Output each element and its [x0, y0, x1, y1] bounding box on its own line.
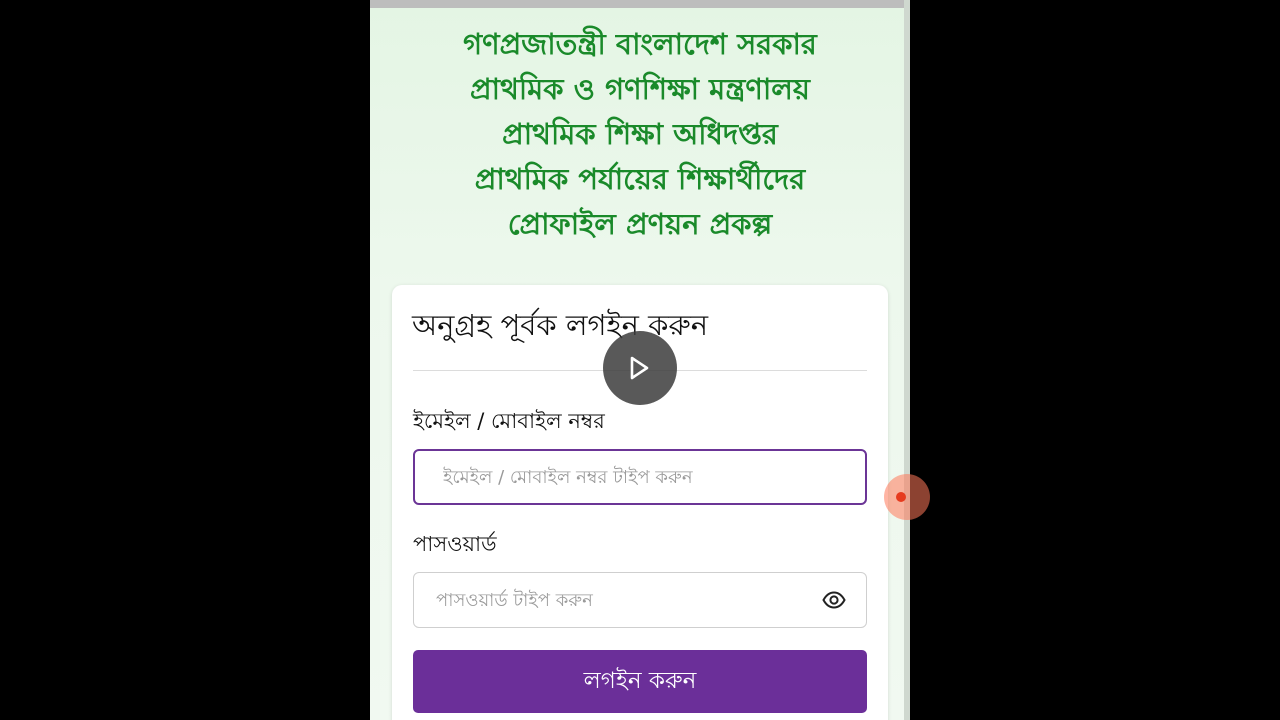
page-header: গণপ্রজাতন্ত্রী বাংলাদেশ সরকার প্রাথমিক ও…: [370, 22, 910, 247]
record-dot-icon[interactable]: [884, 474, 930, 520]
header-line-3: প্রাথমিক শিক্ষা অধিদপ্তর: [502, 117, 778, 151]
email-label: ইমেইল / মোবাইল নম্বর: [413, 409, 605, 433]
eye-icon[interactable]: [822, 588, 846, 612]
password-field[interactable]: [413, 572, 867, 628]
video-play-button[interactable]: [603, 331, 677, 405]
header-line-1: গণপ্রজাতন্ত্রী বাংলাদেশ সরকার: [463, 27, 817, 61]
email-field[interactable]: [413, 449, 867, 505]
header-line-2: প্রাথমিক ও গণশিক্ষা মন্ত্রণালয়: [470, 72, 810, 106]
password-label: পাসওয়ার্ড: [413, 532, 497, 556]
header-line-5: প্রোফাইল প্রণয়ন প্রকল্প: [507, 207, 773, 241]
letterbox-right: [910, 0, 1280, 720]
login-button[interactable]: লগইন করুন: [413, 650, 867, 713]
status-strip: [370, 0, 910, 8]
header-line-4: প্রাথমিক পর্যায়ের শিক্ষার্থীদের: [474, 162, 806, 196]
play-icon: [630, 356, 649, 380]
